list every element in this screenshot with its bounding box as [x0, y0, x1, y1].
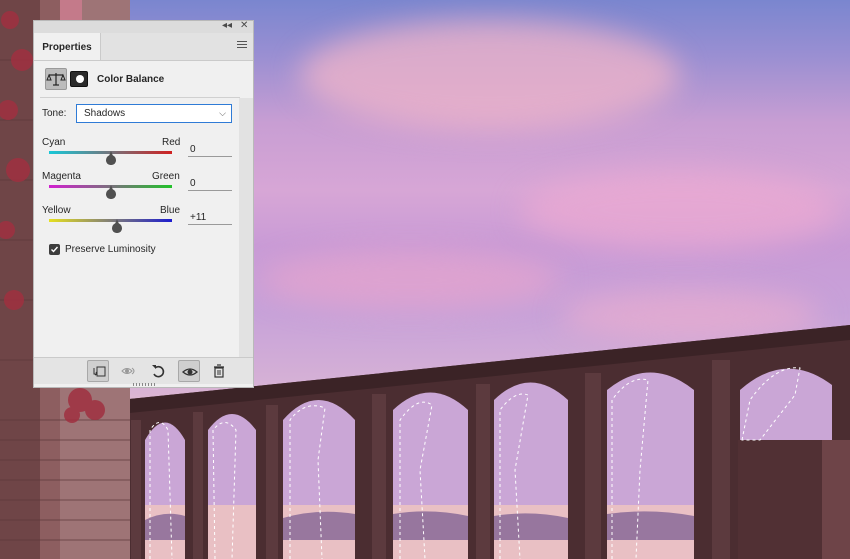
tab-properties[interactable]: Properties: [34, 33, 101, 60]
collapse-panel-icon[interactable]: ◂◂: [222, 20, 232, 32]
tone-label: Tone:: [42, 108, 67, 119]
panel-title: Color Balance: [97, 74, 165, 85]
slider-yellow-label: Yellow: [42, 205, 71, 216]
trash-icon[interactable]: [208, 360, 230, 382]
slider-red-label: Red: [162, 137, 181, 148]
yellow-blue-slider-track[interactable]: [49, 219, 172, 222]
chevron-down-icon: ⌵: [219, 108, 226, 118]
tone-select[interactable]: Shadows ⌵: [76, 104, 232, 123]
view-previous-state-icon[interactable]: [118, 360, 140, 382]
slider-cyan-label: Cyan: [42, 137, 66, 148]
panel-bottom-bar: [34, 357, 253, 384]
preserve-luminosity-checkbox[interactable]: [49, 244, 60, 255]
clip-to-layer-icon[interactable]: [87, 360, 109, 382]
panel-scrollbar[interactable]: [239, 98, 253, 358]
preserve-luminosity-label: Preserve Luminosity: [65, 244, 156, 255]
magenta-green-value-field[interactable]: 0: [188, 177, 232, 191]
cyan-red-value-field[interactable]: 0: [188, 143, 232, 157]
slider-magenta-label: Magenta: [42, 171, 81, 182]
tone-select-value: Shadows: [84, 108, 126, 119]
panel-menu-icon[interactable]: [237, 41, 247, 50]
reset-icon[interactable]: [147, 360, 169, 382]
yellow-blue-value-field[interactable]: +11: [188, 211, 232, 225]
panel-tab-row: Properties: [34, 33, 253, 61]
checkmark-icon: [51, 246, 59, 253]
divider: [40, 97, 240, 98]
panel-top-bar: ◂◂ ✕: [34, 20, 253, 33]
visibility-eye-icon[interactable]: [178, 360, 200, 382]
panel-resize-grip[interactable]: [133, 383, 155, 386]
close-panel-icon[interactable]: ✕: [240, 20, 248, 32]
slider-blue-label: Blue: [160, 205, 181, 216]
layer-mask-icon[interactable]: [70, 71, 88, 87]
slider-green-label: Green: [152, 171, 180, 182]
balance-scale-icon[interactable]: [45, 68, 67, 90]
properties-panel: ◂◂ ✕ Properties Color Balance Tone: Shad…: [33, 20, 254, 388]
